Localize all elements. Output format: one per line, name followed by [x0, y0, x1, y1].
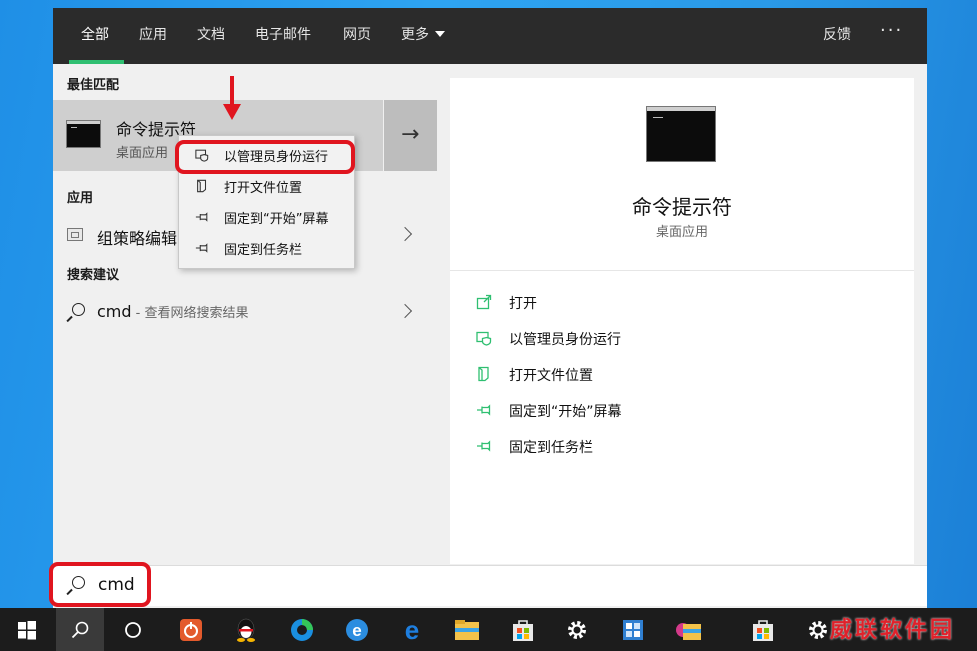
action-open[interactable]: 打开 [476, 290, 776, 316]
action-open-label: 打开 [509, 296, 537, 312]
annotation-arrow-shaft [230, 76, 234, 106]
action-run-as-admin-label: 以管理员身份运行 [509, 332, 621, 348]
window-app-icon [623, 620, 643, 640]
pin-icon [477, 440, 491, 452]
tab-all[interactable]: 全部 [81, 24, 109, 44]
web-suggestion-item[interactable]: cmd - 查看网络搜索结果 [53, 295, 437, 329]
store-icon [513, 620, 533, 641]
caret-down-icon [435, 31, 445, 37]
taskbar-app-browser[interactable] [288, 616, 316, 644]
action-pin-start-label: 固定到“开始”屏幕 [509, 404, 622, 420]
tab-bar: 全部 应用 文档 电子邮件 网页 更多 反馈 ··· [53, 8, 927, 64]
detail-subtitle: 桌面应用 [655, 225, 708, 240]
taskbar-app-explorer[interactable] [453, 616, 481, 644]
circle-icon [125, 622, 141, 638]
command-prompt-icon [66, 120, 101, 148]
taskbar-app-qq[interactable] [232, 616, 260, 644]
gear-icon [568, 621, 586, 639]
search-icon [71, 621, 89, 639]
annotation-arrow-down-icon [223, 104, 241, 120]
taskbar-app-store-2[interactable] [749, 616, 777, 644]
web-hint: - 查看网络搜索结果 [131, 306, 249, 321]
pin-icon [195, 243, 208, 253]
web-suggestion-text: cmd - 查看网络搜索结果 [97, 302, 249, 321]
taskbar-app-store[interactable] [509, 616, 537, 644]
edge-icon: e [405, 617, 419, 643]
annotation-highlight-search-box [49, 562, 151, 607]
annotation-highlight-run-as-admin [175, 140, 355, 174]
svg-text:e: e [405, 617, 419, 643]
taskbar-app-ie[interactable]: e [343, 616, 371, 644]
taskbar-app-edge[interactable]: e [398, 616, 426, 644]
svg-text:e: e [352, 621, 361, 640]
app-result-label: 组策略编辑 [97, 229, 178, 248]
folder-icon [197, 179, 207, 193]
gear-icon [809, 621, 827, 639]
action-pin-start[interactable]: 固定到“开始”屏幕 [476, 398, 776, 424]
taskbar-search-button[interactable] [66, 616, 94, 644]
feedback-button[interactable]: 反馈 [823, 24, 851, 44]
tab-more[interactable]: 更多 [401, 24, 445, 44]
open-icon [476, 294, 492, 310]
search-box[interactable]: cmd [53, 565, 927, 606]
tab-documents[interactable]: 文档 [197, 24, 225, 44]
action-open-location[interactable]: 打开文件位置 [476, 362, 776, 388]
suggestions-heading: 搜索建议 [67, 268, 120, 283]
tab-email[interactable]: 电子邮件 [255, 24, 311, 44]
policy-editor-icon [67, 228, 83, 241]
task-view-button[interactable] [119, 616, 147, 644]
detail-pane: 命令提示符 桌面应用 打开 以管理员身份运行 打开文件位置 固定到“开始”屏幕 … [450, 78, 914, 564]
detail-divider [450, 270, 914, 271]
shield-icon [476, 331, 492, 346]
watermark: 威联软件园 [830, 617, 956, 643]
pin-icon [195, 212, 208, 222]
folder-icon [676, 623, 701, 640]
search-panel: 全部 应用 文档 电子邮件 网页 更多 反馈 ··· 最佳匹配 命令提示符 桌面… [53, 8, 927, 608]
taskbar-app-power[interactable] [177, 616, 205, 644]
detail-title: 命令提示符 [632, 195, 732, 219]
taskbar-app-settings-2[interactable] [804, 616, 832, 644]
taskbar-app-folder-pink[interactable] [675, 616, 703, 644]
tab-web[interactable]: 网页 [343, 24, 371, 44]
arrow-right-icon: → [401, 122, 420, 147]
context-pin-start[interactable]: 固定到“开始”屏幕 [179, 202, 354, 233]
penguin-icon [237, 618, 255, 642]
context-pin-taskbar[interactable]: 固定到任务栏 [179, 233, 354, 264]
power-app-icon [180, 619, 202, 641]
taskbar-app-settings[interactable] [563, 616, 591, 644]
web-query: cmd [97, 302, 132, 321]
start-button[interactable] [13, 616, 41, 644]
ie-icon: e [346, 619, 368, 641]
best-match-subtitle: 桌面应用 [116, 146, 169, 161]
store-icon [753, 620, 773, 641]
action-pin-taskbar-label: 固定到任务栏 [509, 440, 593, 456]
context-pin-start-label: 固定到“开始”屏幕 [224, 212, 329, 227]
chevron-right-icon [397, 226, 413, 242]
folder-icon [455, 620, 479, 640]
action-run-as-admin[interactable]: 以管理员身份运行 [476, 326, 776, 352]
tab-apps[interactable]: 应用 [139, 24, 167, 44]
open-details-button[interactable]: → [384, 100, 437, 171]
more-options-button[interactable]: ··· [880, 20, 903, 41]
command-prompt-large-icon [646, 106, 716, 162]
taskbar-app-calculator[interactable] [619, 616, 647, 644]
action-pin-taskbar[interactable]: 固定到任务栏 [476, 434, 776, 460]
context-pin-taskbar-label: 固定到任务栏 [224, 243, 303, 258]
search-icon [66, 303, 87, 323]
context-open-location[interactable]: 打开文件位置 [179, 171, 354, 202]
pin-icon [477, 404, 491, 416]
windows-logo-icon [18, 621, 36, 640]
browser-swirl-icon [291, 619, 313, 641]
apps-heading: 应用 [67, 191, 94, 206]
folder-icon [478, 366, 489, 382]
chevron-right-icon [397, 303, 413, 319]
best-match-heading: 最佳匹配 [67, 78, 120, 93]
context-open-location-label: 打开文件位置 [224, 181, 303, 196]
tab-more-label: 更多 [401, 27, 429, 43]
action-open-location-label: 打开文件位置 [509, 368, 593, 384]
